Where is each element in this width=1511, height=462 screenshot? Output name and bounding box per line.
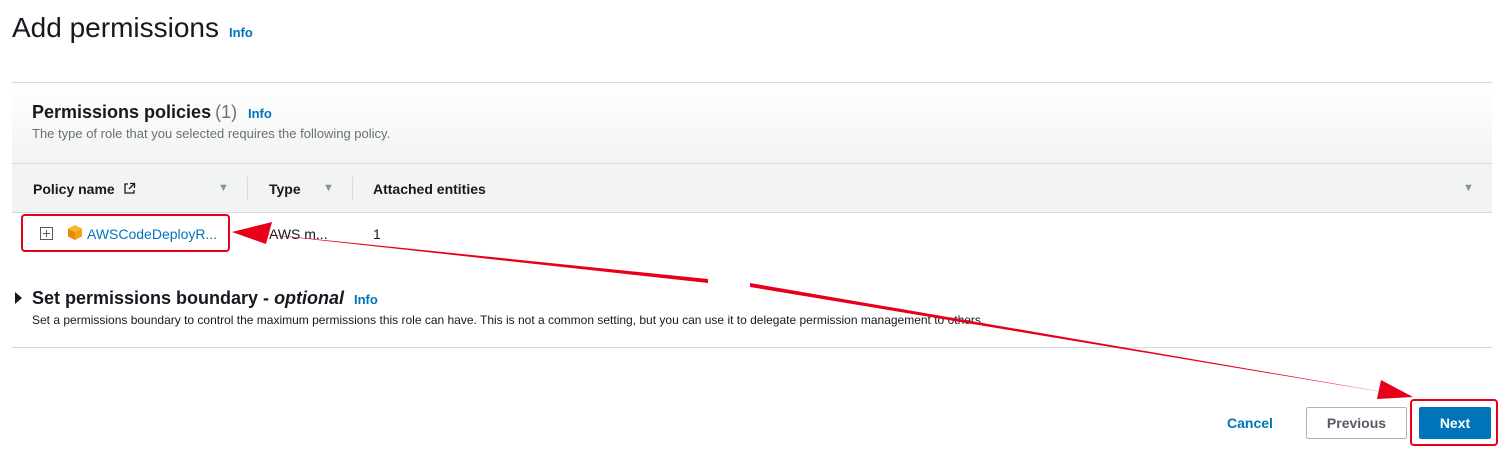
panel-header: Permissions policies (1) Info The type of… <box>12 83 1492 164</box>
panel-title: Permissions policies (1) <box>32 102 237 123</box>
boundary-section-title[interactable]: Set permissions boundary - optional <box>32 288 344 309</box>
policy-name-link[interactable]: AWSCodeDeployR... <box>87 226 217 242</box>
column-divider <box>352 177 353 201</box>
panel-description: The type of role that you selected requi… <box>32 126 391 141</box>
cancel-button[interactable]: Cancel <box>1212 407 1288 439</box>
column-divider <box>247 177 248 201</box>
aws-managed-cube-icon <box>68 225 82 240</box>
section-divider <box>12 347 1492 348</box>
page-title: Add permissions <box>12 12 219 43</box>
boundary-title-text: Set permissions boundary - <box>32 288 275 308</box>
column-header-type[interactable]: Type <box>269 181 301 197</box>
column-header-policy-name-label: Policy name <box>33 181 115 197</box>
next-button[interactable]: Next <box>1419 407 1491 439</box>
sort-caret-icon[interactable]: ▼ <box>218 182 229 194</box>
arrow-to-next <box>750 283 1412 397</box>
panel-info-link[interactable]: Info <box>248 106 272 121</box>
panel-count: (1) <box>215 102 238 122</box>
table-header: Policy name ▼ Type ▼ Attached entities ▼ <box>12 164 1492 213</box>
sort-caret-icon[interactable]: ▼ <box>1463 182 1474 194</box>
boundary-description: Set a permissions boundary to control th… <box>32 313 985 327</box>
column-header-attached-entities[interactable]: Attached entities <box>373 181 486 197</box>
external-link-icon <box>123 182 135 194</box>
attached-entities-cell: 1 <box>373 226 381 242</box>
expand-plus-icon[interactable] <box>40 227 53 240</box>
title-info-link[interactable]: Info <box>229 25 253 40</box>
column-header-policy-name[interactable]: Policy name <box>33 181 136 197</box>
caret-right-icon[interactable] <box>15 292 22 304</box>
previous-button[interactable]: Previous <box>1306 407 1407 439</box>
arrowhead-to-next <box>1377 380 1413 399</box>
permissions-policies-panel: Permissions policies (1) Info The type of… <box>12 82 1492 253</box>
boundary-info-link[interactable]: Info <box>354 292 378 307</box>
panel-title-text: Permissions policies <box>32 102 212 122</box>
sort-caret-icon[interactable]: ▼ <box>323 182 334 194</box>
boundary-title-optional: optional <box>274 288 345 308</box>
policy-type-cell: AWS m... <box>269 226 328 242</box>
table-row: AWSCodeDeployR... AWS m... 1 <box>12 213 1492 253</box>
